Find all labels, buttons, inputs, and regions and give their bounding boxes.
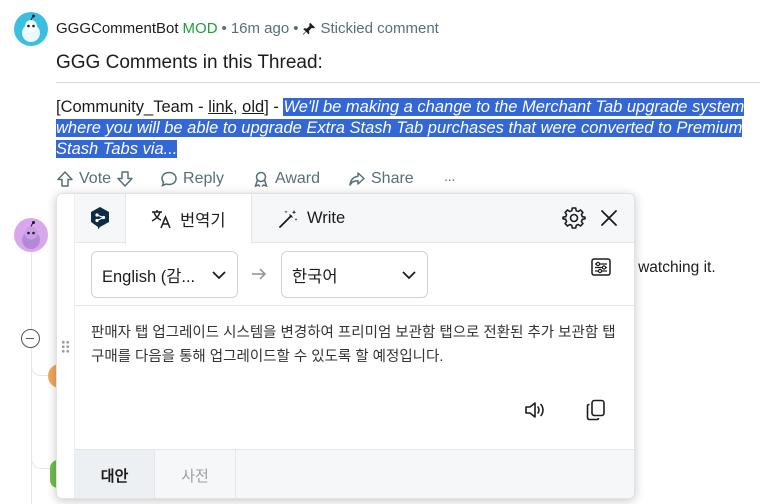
translate-icon	[151, 210, 171, 229]
mod-badge: MOD	[182, 20, 218, 37]
upvote-icon[interactable]	[56, 170, 74, 188]
meta-separator: •	[293, 20, 299, 37]
tab-alternatives[interactable]: 대안	[75, 450, 154, 498]
share-icon	[349, 172, 365, 186]
thread-branch	[31, 455, 51, 469]
magic-wand-icon	[279, 209, 298, 228]
user-avatar[interactable]	[14, 12, 48, 46]
share-label: Share	[371, 170, 414, 187]
language-selector-row: English (감... 한국어	[75, 243, 634, 306]
deepl-translation-popup: 번역기 Write English (감... 한국어 판매자 탭 업그레이드 …	[56, 193, 635, 499]
translation-result[interactable]: 판매자 탭 업그레이드 시스템을 변경하여 프리미엄 보관함 탭으로 전환된 추…	[91, 321, 621, 369]
comment-body: [Community_Team - link, old] - We'll be …	[56, 97, 756, 161]
collapse-thread-button[interactable]	[21, 329, 40, 348]
chevron-down-icon	[212, 271, 226, 280]
vote-label: Vote	[79, 170, 112, 187]
grip-icon[interactable]	[61, 340, 70, 354]
source-language-select[interactable]: English (감...	[91, 251, 238, 298]
bottom-tab-bar: 대안 사전	[75, 449, 634, 498]
old-link[interactable]: old	[242, 98, 264, 116]
divider	[56, 82, 760, 83]
award-label: Award	[274, 170, 320, 187]
commenter-avatar[interactable]	[14, 218, 48, 252]
close-icon[interactable]	[597, 206, 621, 230]
tab-translator-label: 번역기	[180, 212, 226, 230]
glossary-settings-icon[interactable]	[590, 256, 612, 278]
share-button[interactable]: Share	[348, 170, 414, 188]
comment-timestamp[interactable]: 16m ago	[231, 20, 289, 37]
reply-button[interactable]: Reply	[160, 170, 224, 188]
stickied-label: Stickied comment	[320, 20, 439, 37]
gear-icon[interactable]	[562, 206, 586, 230]
vote-group: Vote	[56, 170, 134, 188]
quote-mid: ] -	[264, 98, 284, 116]
award-button[interactable]: Award	[252, 170, 320, 188]
tab-dictionary[interactable]: 사전	[154, 450, 236, 498]
comment-title: GGG Comments in this Thread:	[56, 52, 323, 73]
link-separator: ,	[232, 98, 243, 116]
downvote-icon[interactable]	[116, 170, 134, 188]
target-language-select[interactable]: 한국어	[281, 251, 428, 298]
drag-handle[interactable]	[57, 194, 75, 498]
pin-icon	[303, 22, 316, 35]
username-link[interactable]: GGGCommentBot	[56, 20, 179, 37]
comment-actions: Vote Reply Award Share ···	[56, 170, 456, 188]
popup-tab-bar: 번역기 Write	[75, 194, 634, 244]
thread-line	[31, 252, 32, 504]
copy-icon[interactable]	[584, 398, 608, 422]
target-language-value: 한국어	[292, 267, 338, 286]
speech-bubble-icon	[161, 171, 177, 187]
more-options-button[interactable]: ···	[444, 171, 456, 187]
deepl-logo-icon[interactable]	[89, 206, 111, 230]
quote-prefix: [Community_Team -	[56, 98, 209, 116]
comment-meta: GGGCommentBot MOD • 16m ago • Stickied c…	[56, 20, 439, 37]
meta-separator: •	[221, 20, 227, 37]
award-icon	[254, 171, 268, 188]
arrow-right-icon	[252, 268, 267, 280]
speaker-icon[interactable]	[523, 398, 547, 422]
tab-write-label: Write	[307, 209, 346, 227]
chevron-down-icon	[402, 271, 416, 280]
link-link[interactable]: link	[208, 98, 233, 116]
source-language-value: English (감...	[102, 267, 196, 286]
reply-label: Reply	[183, 170, 224, 187]
tab-translator[interactable]: 번역기	[125, 194, 252, 244]
tab-write[interactable]: Write	[253, 194, 369, 243]
